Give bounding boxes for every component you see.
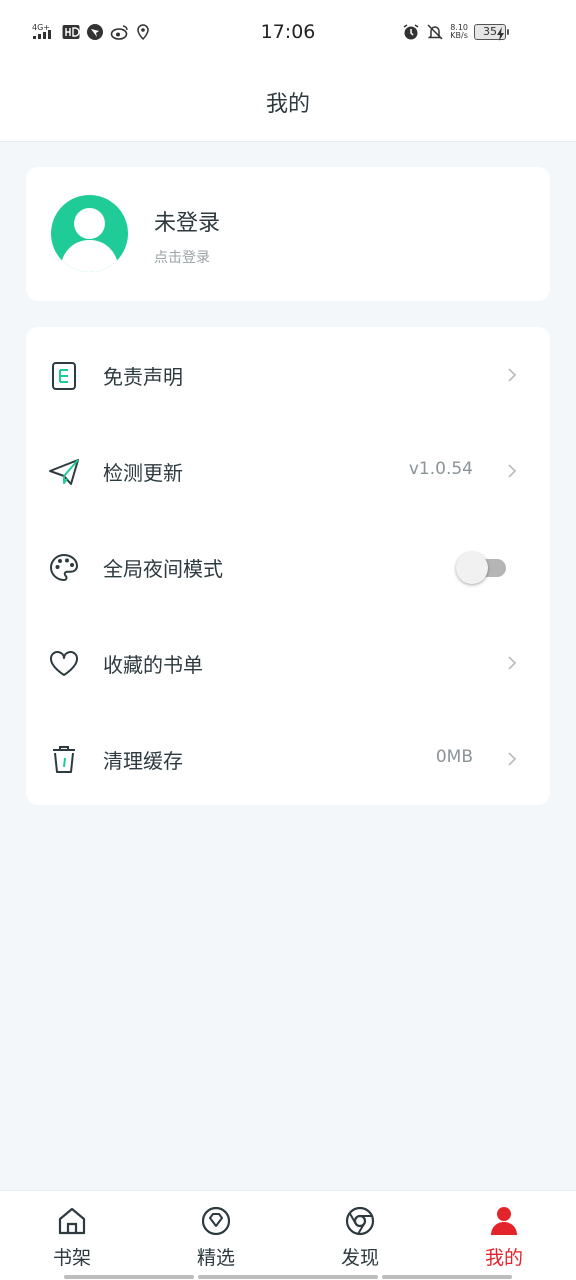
- tab-discover[interactable]: 发现: [288, 1191, 432, 1280]
- avatar[interactable]: [51, 195, 128, 272]
- nav-indicator-segment: [382, 1275, 512, 1279]
- menu-label-saved-booklists: 收藏的书单: [103, 653, 203, 677]
- menu-item-saved-booklists[interactable]: 收藏的书单: [26, 615, 550, 711]
- document-icon: [52, 362, 76, 390]
- palette-icon: [49, 553, 79, 582]
- user-name: 未登录: [154, 211, 221, 236]
- menu-label-night-mode: 全局夜间模式: [103, 557, 223, 581]
- diamond-icon: [201, 1206, 231, 1236]
- user-icon: [491, 1207, 517, 1235]
- tab-label-mine: 我的: [484, 1247, 523, 1269]
- profile-card[interactable]: 未登录 点击登录: [26, 167, 550, 301]
- page-title: 我的: [265, 92, 310, 117]
- avatar-body: [61, 240, 118, 272]
- tab-label-discover: 发现: [340, 1247, 379, 1269]
- tab-featured[interactable]: 精选: [144, 1191, 288, 1280]
- chevron-right-icon: [508, 656, 517, 670]
- menu-item-clear-cache[interactable]: 清理缓存 0MB: [26, 711, 550, 807]
- status-icons-right: 8.10 KB/s 35: [402, 22, 509, 42]
- page-header: 我的: [0, 66, 576, 142]
- status-bar: 4G+ 17:06 8.10 KB/s 35: [0, 0, 576, 66]
- tab-mine[interactable]: 我的: [432, 1191, 576, 1280]
- menu-item-check-update[interactable]: 检测更新 v1.0.54: [26, 423, 550, 519]
- settings-menu: 免责声明 检测更新 v1.0.54 全局夜间模式 收藏的书单 清理缓存 0MB: [26, 327, 550, 805]
- paper-plane-icon: [49, 459, 79, 485]
- cache-size: 0MB: [435, 747, 473, 767]
- bottom-tab-bar: 书架 精选 发现 我的: [0, 1190, 576, 1280]
- nav-indicator-segment: [198, 1275, 378, 1279]
- avatar-head: [74, 208, 105, 239]
- mute-icon: [426, 22, 444, 42]
- tab-bookshelf[interactable]: 书架: [0, 1191, 144, 1280]
- home-icon: [58, 1207, 86, 1235]
- toggle-knob: [456, 552, 488, 584]
- tab-label-featured: 精选: [196, 1247, 235, 1269]
- app-version: v1.0.54: [408, 459, 473, 479]
- trash-icon: [53, 746, 75, 773]
- night-mode-toggle[interactable]: [456, 549, 508, 585]
- heart-icon: [50, 651, 78, 676]
- menu-item-disclaimer[interactable]: 免责声明: [26, 327, 550, 423]
- chevron-right-icon: [508, 464, 517, 478]
- charging-icon: [496, 26, 506, 45]
- menu-label-clear-cache: 清理缓存: [103, 749, 183, 773]
- menu-label-disclaimer: 免责声明: [103, 365, 183, 389]
- chevron-right-icon: [508, 752, 517, 766]
- discover-icon: [345, 1206, 375, 1236]
- menu-label-check-update: 检测更新: [103, 461, 183, 485]
- alarm-icon: [402, 22, 420, 42]
- tab-label-bookshelf: 书架: [52, 1247, 91, 1269]
- net-speed: 8.10 KB/s: [450, 24, 468, 40]
- nav-indicator-segment: [64, 1275, 194, 1279]
- menu-item-night-mode: 全局夜间模式: [26, 519, 550, 615]
- login-hint[interactable]: 点击登录: [154, 247, 210, 267]
- net-speed-unit: KB/s: [450, 31, 468, 40]
- chevron-right-icon: [508, 368, 517, 382]
